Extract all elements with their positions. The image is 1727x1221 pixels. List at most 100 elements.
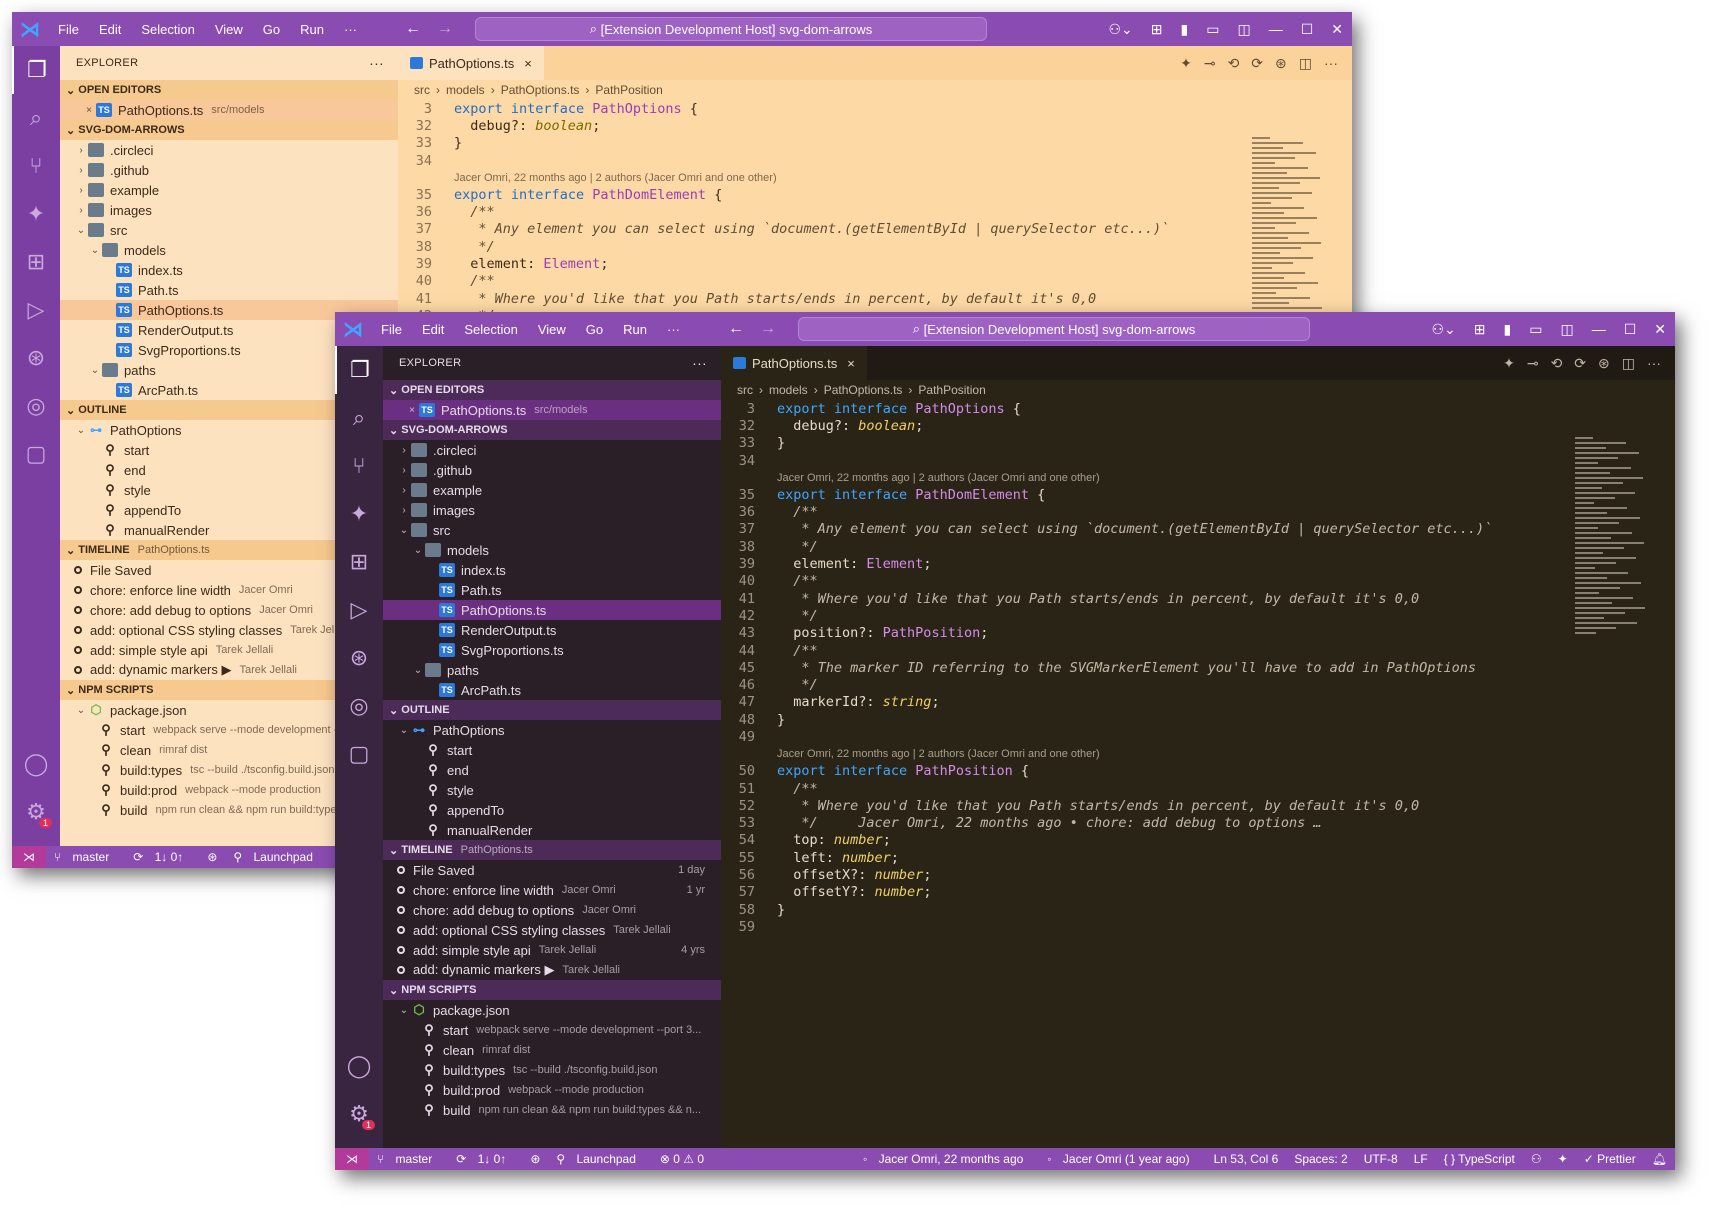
folder-item[interactable]: › images xyxy=(60,200,398,220)
file-item[interactable]: TS SvgProportions.ts xyxy=(383,640,721,660)
outline-item[interactable]: ⚲ appendTo xyxy=(383,800,721,820)
blame-status[interactable]: ◦ Jacer Omri, 22 months ago xyxy=(863,1152,1031,1166)
breadcrumb-item[interactable]: PathOptions.ts xyxy=(824,383,903,397)
back-arrow-icon[interactable]: ← xyxy=(405,20,421,37)
source-control-icon[interactable]: ⑂ xyxy=(12,142,60,190)
timeline-item[interactable]: add: dynamic markers ▶ Tarek Jellali xyxy=(383,960,721,980)
outline-item[interactable]: ⚲ manualRender xyxy=(383,820,721,840)
npm-script-item[interactable]: ⚲ clean rimraf dist xyxy=(383,1040,721,1060)
remote-indicator-icon[interactable]: ⋊ xyxy=(335,1148,369,1170)
timeline-item[interactable]: add: simple style api Tarek Jellali 4 yrs xyxy=(383,940,721,960)
code-editor[interactable]: 3 export interface PathOptions {32 debug?… xyxy=(721,400,1675,936)
menu-item-1[interactable]: Edit xyxy=(422,322,444,337)
forward-arrow-icon[interactable]: → xyxy=(437,20,453,37)
outline-root[interactable]: ⌄ ⊶ PathOptions xyxy=(383,720,721,740)
file-item[interactable]: TS PathOptions.ts xyxy=(383,600,721,620)
prettier-status[interactable]: ✓ Prettier xyxy=(1584,1152,1636,1166)
git-graph-icon[interactable]: ⊛ xyxy=(1598,355,1610,372)
menu-item-0[interactable]: File xyxy=(58,22,79,37)
search-icon[interactable]: ⌕ xyxy=(335,394,383,442)
toggle-secondary-sidebar-icon[interactable]: ◫ xyxy=(1237,21,1250,38)
codelens-blame[interactable]: Jacer Omri, 22 months ago | 2 authors (J… xyxy=(398,169,1352,186)
timeline-item[interactable]: chore: enforce line width Jacer Omri 1 yr xyxy=(383,880,721,900)
eol-status[interactable]: LF xyxy=(1414,1152,1428,1166)
minimize-button[interactable]: — xyxy=(1269,21,1283,37)
folder-item[interactable]: › example xyxy=(383,480,721,500)
npm-script-item[interactable]: ⚲ build:prod webpack --mode production xyxy=(383,1080,721,1100)
codelens-blame[interactable]: Jacer Omri, 22 months ago | 2 authors (J… xyxy=(721,469,1675,486)
notifications-icon[interactable]: 🔔︎ xyxy=(1652,1152,1667,1166)
section-project[interactable]: ⌄ SVG-DOM-ARROWS xyxy=(60,120,398,140)
tab-pathoptions[interactable]: PathOptions.ts × xyxy=(398,46,544,80)
git-graph-icon[interactable]: ⊛ xyxy=(1275,55,1287,72)
timeline-item[interactable]: add: optional CSS styling classes Tarek J… xyxy=(383,920,721,940)
npm-script-item[interactable]: ⚲ build:types tsc --build ./tsconfig.build… xyxy=(383,1060,721,1080)
file-item[interactable]: TS Path.ts xyxy=(60,280,398,300)
folder-item[interactable]: › .circleci xyxy=(383,440,721,460)
close-window-button[interactable]: ✕ xyxy=(1331,21,1343,38)
more-actions-icon[interactable]: ··· xyxy=(1647,355,1661,372)
breadcrumb-item[interactable]: src xyxy=(414,83,430,97)
outline-item[interactable]: ⚲ start xyxy=(383,740,721,760)
outline-item[interactable]: ⚲ end xyxy=(383,760,721,780)
menu-item-6[interactable]: ··· xyxy=(667,322,680,337)
extensions-icon[interactable]: ⊞ xyxy=(335,538,383,586)
forward-arrow-icon[interactable]: → xyxy=(760,320,776,337)
search-icon[interactable]: ⌕ xyxy=(12,94,60,142)
previous-change-icon[interactable]: ⟲ xyxy=(1551,355,1563,372)
package-json-item[interactable]: ⌄ ⬡ package.json xyxy=(383,1000,721,1020)
folder-item[interactable]: ⌄ src xyxy=(60,220,398,240)
minimap[interactable] xyxy=(1575,434,1665,834)
menu-item-0[interactable]: File xyxy=(381,322,402,337)
menu-item-4[interactable]: Go xyxy=(586,322,603,337)
layout-icon[interactable]: ⊞ xyxy=(1151,21,1163,38)
account-icon[interactable]: ◯ xyxy=(335,1042,383,1090)
command-center-search[interactable]: ⌕ [Extension Development Host] svg-dom-a… xyxy=(798,317,1310,341)
close-tab-icon[interactable]: × xyxy=(524,56,532,71)
run-debug-icon[interactable]: ▷ xyxy=(12,286,60,334)
copilot-edit-icon[interactable]: ✦ xyxy=(1503,355,1515,372)
toggle-panel-icon[interactable]: ▭ xyxy=(1529,321,1542,338)
section-open-editors[interactable]: ⌄ OPEN EDITORS xyxy=(60,80,398,100)
extensions-icon[interactable]: ⊞ xyxy=(12,238,60,286)
codelens-blame[interactable]: Jacer Omri, 22 months ago | 2 authors (J… xyxy=(721,746,1675,763)
timeline-item[interactable]: File Saved 1 day xyxy=(383,860,721,880)
menu-item-4[interactable]: Go xyxy=(263,22,280,37)
open-editor-item[interactable]: × TS PathOptions.ts src/models xyxy=(383,400,721,420)
gitlens-status-icon[interactable]: ⊛ xyxy=(207,850,217,864)
section-open-editors[interactable]: ⌄ OPEN EDITORS xyxy=(383,380,721,400)
indentation-status[interactable]: Spaces: 2 xyxy=(1294,1152,1347,1166)
maximize-button[interactable]: ☐ xyxy=(1624,321,1637,338)
author-status[interactable]: ◦ Jacer Omri (1 year ago) xyxy=(1047,1152,1197,1166)
previous-change-icon[interactable]: ⟲ xyxy=(1228,55,1240,72)
language-mode[interactable]: { } TypeScript xyxy=(1444,1152,1515,1166)
folder-item[interactable]: › .github xyxy=(383,460,721,480)
copilot-sparkle-icon[interactable]: ✦ xyxy=(12,190,60,238)
copilot-sparkle-icon[interactable]: ✦ xyxy=(335,490,383,538)
file-item[interactable]: TS ArcPath.ts xyxy=(383,680,721,700)
folder-item[interactable]: › images xyxy=(383,500,721,520)
gitlens-icon[interactable]: ◎ xyxy=(335,682,383,730)
explorer-icon[interactable]: ❐ xyxy=(12,46,60,94)
breadcrumb-item[interactable]: PathPosition xyxy=(918,383,985,397)
npm-script-item[interactable]: ⚲ build npm run clean && npm run build:typ… xyxy=(383,1100,721,1120)
file-item[interactable]: TS RenderOutput.ts xyxy=(383,620,721,640)
tab-pathoptions[interactable]: PathOptions.ts × xyxy=(721,346,867,380)
open-changes-icon[interactable]: ⊸ xyxy=(1527,355,1539,372)
sync-status[interactable]: ⟳ 1↓ 0↑ xyxy=(456,1152,514,1166)
menu-item-3[interactable]: View xyxy=(215,22,243,37)
remote-indicator-icon[interactable]: ⋊ xyxy=(12,846,46,868)
folder-item[interactable]: ⌄ paths xyxy=(383,660,721,680)
section-outline[interactable]: ⌄ OUTLINE xyxy=(383,700,721,720)
branch-status[interactable]: ⑂ master xyxy=(377,1152,440,1166)
menu-item-3[interactable]: View xyxy=(538,322,566,337)
maximize-button[interactable]: ☐ xyxy=(1301,21,1314,38)
launchpad-status[interactable]: ⚲ Launchpad xyxy=(556,1152,644,1166)
more-actions-icon[interactable]: ··· xyxy=(692,355,707,371)
menu-item-5[interactable]: Run xyxy=(623,322,647,337)
layout-icon[interactable]: ⊞ xyxy=(1474,321,1486,338)
breadcrumb-item[interactable]: PathPosition xyxy=(595,83,662,97)
folder-item[interactable]: › example xyxy=(60,180,398,200)
gitlens-icon[interactable]: ◎ xyxy=(12,382,60,430)
breadcrumb-item[interactable]: models xyxy=(769,383,808,397)
